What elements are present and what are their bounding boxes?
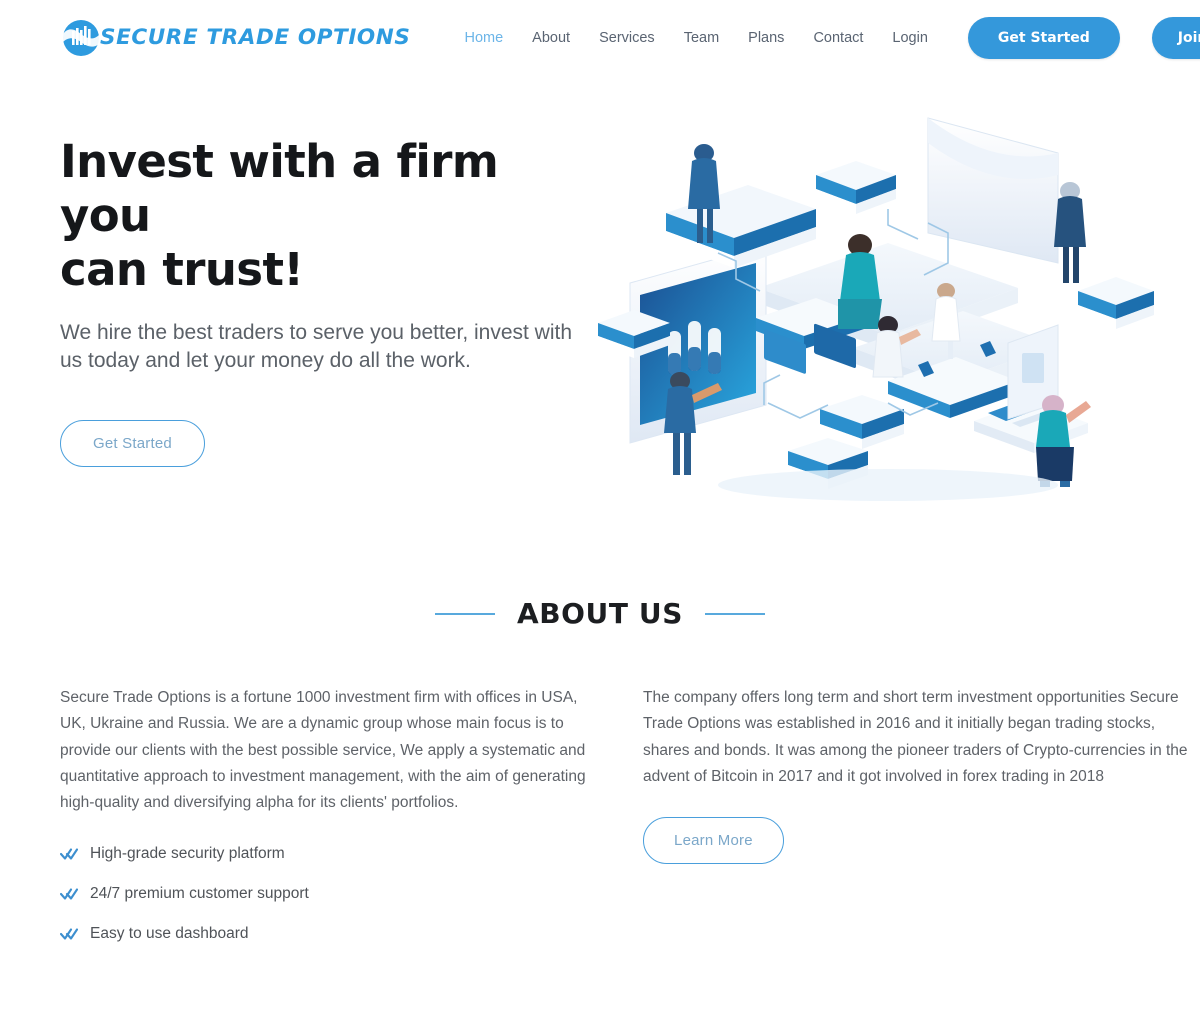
nav-item-login[interactable]: Login: [892, 30, 927, 46]
bar-chart-circle-logo-icon: [60, 17, 102, 59]
isometric-office-team-illustration-icon: [598, 117, 1154, 501]
about-paragraph-right: The company offers long term and short t…: [643, 689, 1188, 786]
double-check-icon: [60, 887, 78, 901]
feature-label: Easy to use dashboard: [90, 924, 249, 942]
get-started-button[interactable]: Get Started: [967, 16, 1120, 59]
hero-title-line2: can trust!: [60, 243, 304, 296]
double-check-icon: [60, 847, 78, 861]
feature-label: 24/7 premium customer support: [90, 884, 309, 902]
nav-item-plans[interactable]: Plans: [748, 30, 784, 46]
hero-subtitle: We hire the best traders to serve you be…: [60, 321, 573, 372]
nav-item-services[interactable]: Services: [599, 30, 655, 46]
join-tutorial-class-button[interactable]: Join Tutorial Class: [1151, 16, 1200, 59]
about-column-left: Secure Trade Options is a fortune 1000 i…: [60, 685, 605, 965]
about-heading: ABOUT US: [0, 597, 1200, 630]
brand-logo[interactable]: SECURE TRADE OPTIONS: [60, 17, 410, 59]
heading-rule-left: [434, 612, 495, 615]
hero-illustration: [598, 113, 1200, 505]
feature-item: High-grade security platform: [60, 845, 605, 863]
double-check-icon: [60, 927, 78, 941]
hero-get-started-button[interactable]: Get Started: [60, 419, 205, 467]
about-title: ABOUT US: [516, 597, 684, 630]
nav-item-home[interactable]: Home: [464, 30, 503, 46]
about-section: ABOUT US Secure Trade Options is a fortu…: [0, 505, 1200, 965]
person-standing-right: [1054, 182, 1086, 283]
hero-section: Invest with a firm you can trust! We hir…: [0, 75, 1200, 505]
hero-title: Invest with a firm you can trust!: [60, 135, 580, 297]
feature-item: Easy to use dashboard: [60, 925, 605, 943]
about-paragraph-left: Secure Trade Options is a fortune 1000 i…: [60, 689, 586, 812]
feature-label: High-grade security platform: [90, 844, 285, 862]
hero-title-line1: Invest with a firm you: [60, 135, 499, 242]
nav-item-about[interactable]: About: [532, 30, 570, 46]
heading-rule-right: [705, 612, 766, 615]
header-actions: Get Started Join Tutorial Class: [967, 16, 1200, 59]
feature-item: 24/7 premium customer support: [60, 885, 605, 903]
learn-more-button[interactable]: Learn More: [643, 817, 784, 865]
brand-name: SECURE TRADE OPTIONS: [100, 25, 411, 50]
about-columns: Secure Trade Options is a fortune 1000 i…: [0, 685, 1200, 965]
about-column-right: The company offers long term and short t…: [643, 685, 1200, 965]
nav-item-team[interactable]: Team: [684, 30, 719, 46]
feature-list: High-grade security platform 24/7 premiu…: [60, 845, 605, 943]
nav-item-contact[interactable]: Contact: [813, 30, 863, 46]
site-header: SECURE TRADE OPTIONS Home About Services…: [0, 0, 1200, 75]
hero-copy: Invest with a firm you can trust! We hir…: [0, 113, 600, 505]
person-standing-bottom-right: [1036, 395, 1091, 487]
main-nav: Home About Services Team Plans Contact L…: [464, 30, 927, 46]
